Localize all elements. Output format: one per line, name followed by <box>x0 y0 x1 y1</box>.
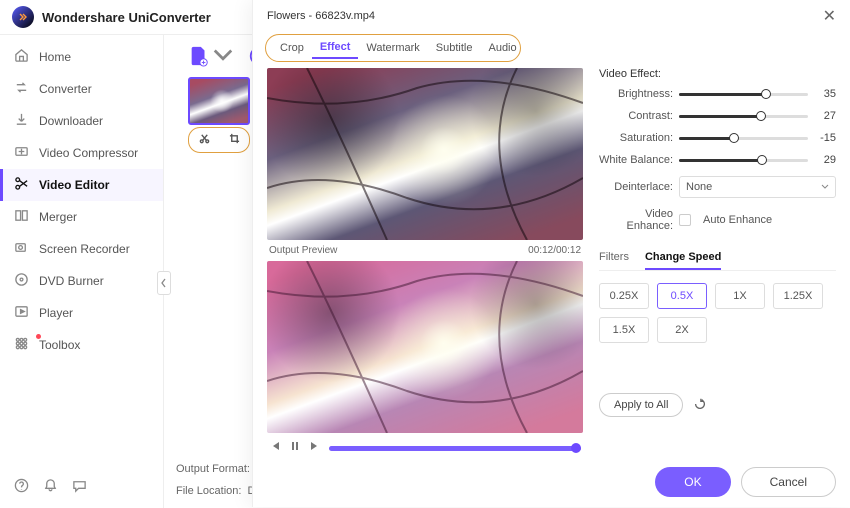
sidebar-label: Toolbox <box>39 338 80 352</box>
tab-effect[interactable]: Effect <box>312 37 359 59</box>
speed-1-25x[interactable]: 1.25X <box>773 283 823 309</box>
app-title: Wondershare UniConverter <box>42 10 211 25</box>
add-file-button[interactable] <box>188 45 234 67</box>
preview-original <box>267 68 583 240</box>
prev-button[interactable] <box>269 439 281 457</box>
auto-enhance-checkbox[interactable] <box>679 214 691 226</box>
timecode: 00:12/00:12 <box>528 245 581 256</box>
preview-output <box>267 261 583 433</box>
close-icon[interactable]: ✕ <box>823 6 836 26</box>
video-effect-title: Video Effect: <box>599 68 836 80</box>
sidebar-item-player[interactable]: Player <box>0 297 163 329</box>
sidebar-bottom <box>0 468 163 508</box>
modal-filename: Flowers - 66823v.mp4 <box>267 10 375 22</box>
brightness-slider[interactable] <box>679 93 808 96</box>
deinterlace-select[interactable]: None <box>679 176 836 198</box>
seek-slider[interactable] <box>329 446 581 451</box>
sidebar-item-downloader[interactable]: Downloader <box>0 105 163 137</box>
contrast-slider[interactable] <box>679 115 808 118</box>
sidebar-label: Home <box>39 50 71 64</box>
ok-button[interactable]: OK <box>655 467 730 497</box>
compress-icon <box>14 144 29 159</box>
sidebar-item-video-editor[interactable]: Video Editor <box>0 169 163 201</box>
sidebar-item-home[interactable]: Home <box>0 41 163 73</box>
whitebalance-slider[interactable] <box>679 159 808 162</box>
file-location-label: File Location: <box>176 485 241 497</box>
cancel-button[interactable]: Cancel <box>741 467 836 497</box>
bell-icon[interactable] <box>43 478 58 498</box>
download-icon <box>14 112 29 127</box>
sidebar-item-dvd-burner[interactable]: DVD Burner <box>0 265 163 297</box>
sidebar-item-converter[interactable]: Converter <box>0 73 163 105</box>
speed-0-25x[interactable]: 0.25X <box>599 283 649 309</box>
slider-value: 27 <box>814 110 836 122</box>
modal-tabs: CropEffectWatermarkSubtitleAudio <box>265 34 521 62</box>
disc-icon <box>14 272 29 287</box>
sidebar-label: Video Editor <box>39 178 109 192</box>
speed-0-5x[interactable]: 0.5X <box>657 283 707 309</box>
subtab-change-speed[interactable]: Change Speed <box>645 246 721 270</box>
sidebar-label: Downloader <box>39 114 103 128</box>
saturation-slider[interactable] <box>679 137 808 140</box>
thumb-action-bar <box>188 127 250 153</box>
tab-watermark[interactable]: Watermark <box>358 38 427 58</box>
slider-value: 29 <box>814 154 836 166</box>
record-icon <box>14 240 29 255</box>
feedback-icon[interactable] <box>72 478 87 498</box>
sidebar: Home Converter Downloader Video Compressor V… <box>0 35 164 508</box>
apply-all-button[interactable]: Apply to All <box>599 393 683 417</box>
sidebar-label: Screen Recorder <box>39 242 130 256</box>
video-thumbnail[interactable] <box>188 77 250 125</box>
help-icon[interactable] <box>14 478 29 498</box>
sidebar-label: Video Compressor <box>39 146 138 160</box>
merge-icon <box>14 208 29 223</box>
slider-label: Brightness: <box>599 88 673 100</box>
sidebar-item-merger[interactable]: Merger <box>0 201 163 233</box>
tab-audio[interactable]: Audio <box>480 38 524 58</box>
pause-button[interactable] <box>289 439 301 457</box>
auto-enhance-label: Auto Enhance <box>703 214 772 226</box>
slider-value: 35 <box>814 88 836 100</box>
speed-2x[interactable]: 2X <box>657 317 707 343</box>
tab-subtitle[interactable]: Subtitle <box>428 38 481 58</box>
home-icon <box>14 48 29 63</box>
slider-value: -15 <box>814 132 836 144</box>
sidebar-item-video-compressor[interactable]: Video Compressor <box>0 137 163 169</box>
enhance-label: Video Enhance: <box>599 208 673 232</box>
sidebar-label: Converter <box>39 82 92 96</box>
crop-icon[interactable] <box>229 131 240 149</box>
deinterlace-label: Deinterlace: <box>599 181 673 193</box>
output-format-label: Output Format: <box>176 463 250 475</box>
sidebar-label: Player <box>39 306 73 320</box>
converter-icon <box>14 80 29 95</box>
next-button[interactable] <box>309 439 321 457</box>
reset-icon[interactable] <box>693 397 707 414</box>
slider-label: Saturation: <box>599 132 673 144</box>
effect-modal: Flowers - 66823v.mp4 ✕ CropEffectWaterma… <box>252 0 850 507</box>
speed-1x[interactable]: 1X <box>715 283 765 309</box>
sidebar-item-toolbox[interactable]: Toolbox <box>0 329 163 361</box>
sidebar-label: DVD Burner <box>39 274 104 288</box>
sidebar-label: Merger <box>39 210 77 224</box>
subtab-filters[interactable]: Filters <box>599 246 629 270</box>
tab-crop[interactable]: Crop <box>272 38 312 58</box>
sidebar-item-screen-recorder[interactable]: Screen Recorder <box>0 233 163 265</box>
scissors-icon <box>14 176 29 191</box>
grid-icon <box>14 336 29 351</box>
play-icon <box>14 304 29 319</box>
cut-icon[interactable] <box>199 131 210 149</box>
app-logo <box>12 6 34 28</box>
speed-1-5x[interactable]: 1.5X <box>599 317 649 343</box>
slider-label: Contrast: <box>599 110 673 122</box>
chevron-down-icon <box>821 183 829 191</box>
slider-label: White Balance: <box>599 154 673 166</box>
preview-label: Output Preview <box>269 245 337 256</box>
